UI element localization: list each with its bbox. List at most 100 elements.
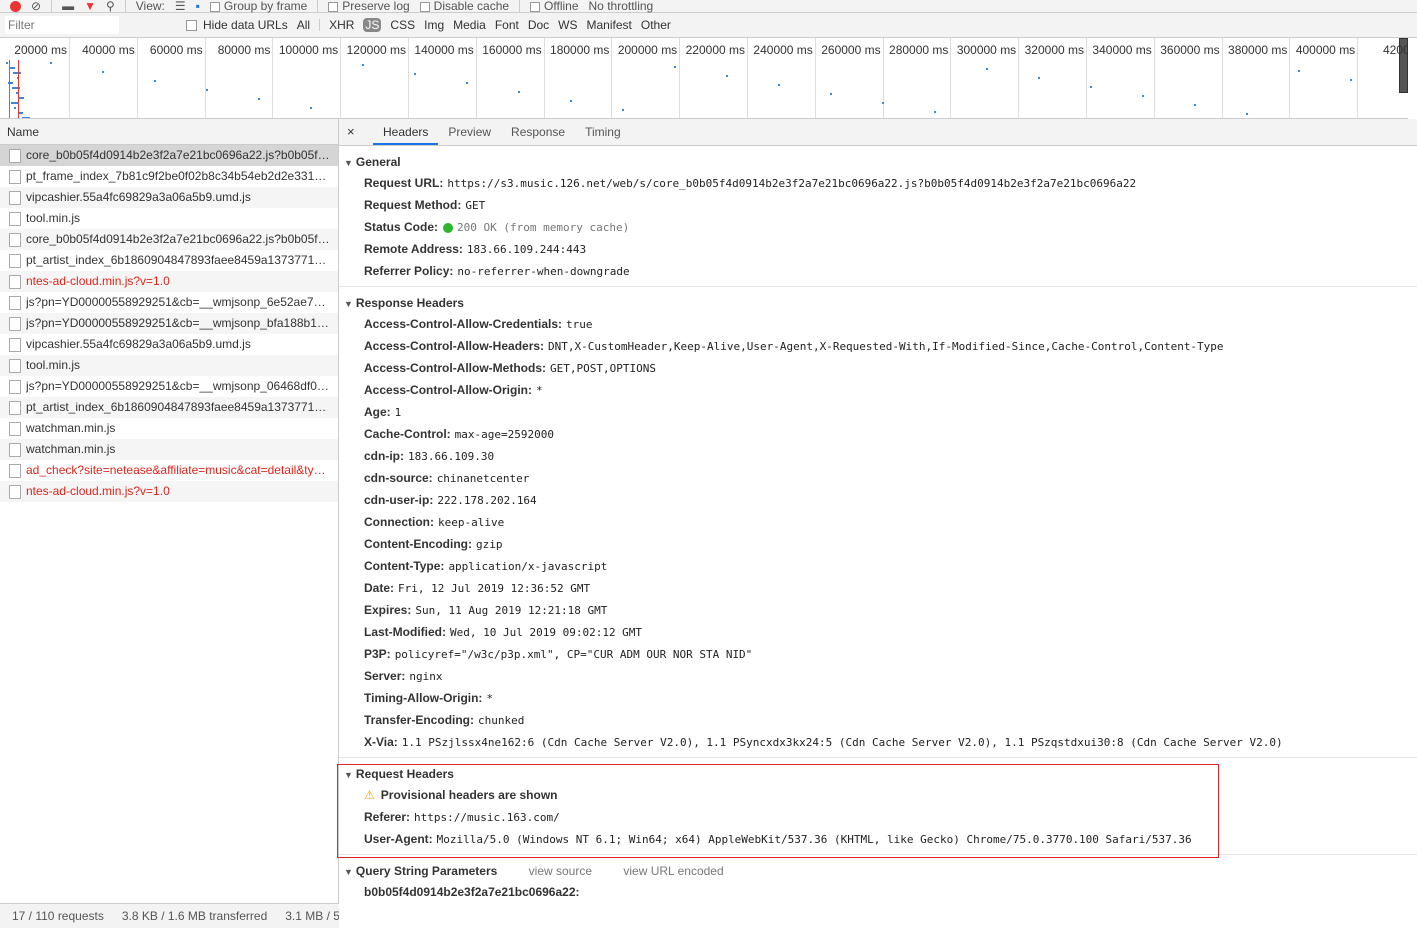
filter-type-other[interactable]: Other (641, 18, 671, 32)
request-name: watchman.min.js (26, 421, 116, 435)
view-url-encoded-link[interactable]: view URL encoded (623, 864, 723, 878)
header-value: policyref="/w3c/p3p.xml", CP="CUR ADM OU… (394, 648, 753, 661)
header-row: Access-Control-Allow-Credentials: true (339, 313, 1417, 335)
header-name: Server: (364, 669, 406, 683)
request-row[interactable]: vipcashier.55a4fc69829a3a06a5b9.umd.js (0, 187, 338, 208)
name-column-header[interactable]: Name (0, 119, 338, 145)
header-value: no-referrer-when-downgrade (457, 265, 630, 278)
request-row[interactable]: watchman.min.js (0, 439, 338, 460)
header-value: 183.66.109.244:443 (466, 243, 587, 256)
disable-cache-checkbox[interactable]: Disable cache (419, 0, 509, 12)
header-value: Sun, 11 Aug 2019 12:21:18 GMT (415, 604, 608, 617)
load-event-line (18, 60, 19, 118)
request-row[interactable]: pt_artist_index_6b1860904847893faee8459a… (0, 250, 338, 271)
header-row: User-Agent: Mozilla/5.0 (Windows NT 6.1; … (339, 828, 1417, 850)
header-value: nginx (409, 670, 443, 683)
tab-response[interactable]: Response (501, 119, 575, 145)
offline-label: Offline (544, 0, 579, 13)
header-value: DNT,X-CustomHeader,Keep-Alive,User-Agent… (548, 340, 1224, 353)
request-row[interactable]: pt_frame_index_7b81c9f2be0f02b8c34b54eb2… (0, 166, 338, 187)
general-section-toggle[interactable]: ▼ General (339, 152, 1417, 172)
filter-type-all[interactable]: All (297, 18, 310, 32)
tab-preview[interactable]: Preview (438, 119, 501, 145)
large-rows-icon[interactable]: ☰ (175, 0, 186, 12)
header-value: max-age=2592000 (454, 428, 555, 441)
clear-icon[interactable]: ⊘ (31, 0, 41, 12)
filter-type-doc[interactable]: Doc (528, 18, 549, 32)
request-row[interactable]: js?pn=YD00000558929251&cb=__wmjsonp_6e52… (0, 292, 338, 313)
request-name: tool.min.js (26, 211, 81, 225)
filter-type-font[interactable]: Font (495, 18, 519, 32)
header-row: X-Via: 1.1 PSzjlssx4ne162:6 (Cdn Cache Se… (339, 731, 1417, 753)
timeline-tick: 240000 ms (748, 38, 816, 118)
header-row: Date: Fri, 12 Jul 2019 12:36:52 GMT (339, 577, 1417, 599)
filter-type-media[interactable]: Media (453, 18, 486, 32)
request-row[interactable]: ntes-ad-cloud.min.js?v=1.0 (0, 271, 338, 292)
view-source-link[interactable]: view source (529, 864, 592, 878)
file-icon (9, 190, 21, 205)
search-icon[interactable]: ⚲ (106, 0, 115, 12)
request-row[interactable]: tool.min.js (0, 208, 338, 229)
tick-label: 280000 ms (889, 43, 949, 57)
tick-label: 380000 ms (1228, 43, 1288, 57)
file-icon (9, 253, 21, 268)
request-row[interactable]: js?pn=YD00000558929251&cb=__wmjsonp_bfa1… (0, 313, 338, 334)
request-row[interactable]: pt_artist_index_6b1860904847893faee8459a… (0, 397, 338, 418)
filter-type-manifest[interactable]: Manifest (587, 18, 632, 32)
header-row: Expires: Sun, 11 Aug 2019 12:21:18 GMT (339, 599, 1417, 621)
request-bar (310, 107, 312, 109)
timeline-tick: 220000 ms (680, 38, 748, 118)
timeline-tick: 40000 ms (70, 38, 138, 118)
request-row[interactable]: ntes-ad-cloud.min.js?v=1.0 (0, 481, 338, 502)
header-value: 222.178.202.164 (437, 494, 537, 507)
request-row[interactable]: vipcashier.55a4fc69829a3a06a5b9.umd.js (0, 334, 338, 355)
request-headers-section: ▼ Request Headers ⚠ Provisional headers ar… (339, 758, 1417, 855)
request-row[interactable]: core_b0b05f4d0914b2e3f2a7e21bc0696a22.js… (0, 229, 338, 250)
header-value: chinanetcenter (436, 472, 530, 485)
overview-icon[interactable]: ▪ (196, 0, 200, 12)
timeline-tick: 20000 ms (2, 38, 70, 118)
offline-checkbox[interactable]: Offline (530, 0, 579, 13)
tick-label: 240000 ms (753, 43, 813, 57)
filter-type-xhr[interactable]: XHR (329, 18, 354, 32)
request-row[interactable]: core_b0b05f4d0914b2e3f2a7e21bc0696a22.js… (0, 145, 338, 166)
request-bar (206, 89, 208, 91)
response-headers-toggle[interactable]: ▼ Response Headers (339, 293, 1417, 313)
header-name: Timing-Allow-Origin: (364, 691, 483, 705)
group-by-frame-checkbox[interactable]: Group by frame (209, 0, 307, 12)
record-icon[interactable] (10, 0, 21, 12)
request-row[interactable]: ad_check?site=netease&affiliate=music&ca… (0, 460, 338, 481)
header-value: keep-alive (438, 516, 505, 529)
request-row[interactable]: js?pn=YD00000558929251&cb=__wmjsonp_0646… (0, 376, 338, 397)
request-headers-toggle[interactable]: ▼ Request Headers (339, 764, 1417, 784)
request-row[interactable]: watchman.min.js (0, 418, 338, 439)
capture-screenshots-icon[interactable]: ▬ (62, 0, 74, 12)
header-value: 1 (394, 406, 402, 419)
file-icon (9, 379, 21, 394)
filter-type-img[interactable]: Img (424, 18, 444, 32)
header-value: chunked (478, 714, 525, 727)
tab-headers[interactable]: Headers (373, 119, 439, 145)
preserve-log-checkbox[interactable]: Preserve log (328, 0, 410, 12)
timeline-overview[interactable]: 20000 ms 40000 ms 60000 ms 80000 ms 100000 m… (0, 38, 1408, 119)
tick-label: 360000 ms (1160, 43, 1220, 57)
query-string-toggle[interactable]: ▼ Query String Parameters view source vie… (339, 861, 1417, 881)
request-row[interactable]: tool.min.js (0, 355, 338, 376)
header-row: cdn-user-ip: 222.178.202.164 (339, 489, 1417, 511)
filter-type-js[interactable]: JS (363, 18, 382, 32)
filter-icon[interactable]: ▼ (84, 0, 96, 12)
tick-label: 400000 ms (1295, 43, 1356, 57)
header-value: https://s3.music.126.net/web/s/core_b0b0… (447, 177, 1137, 190)
header-value: 1.1 PSzjlssx4ne162:6 (Cdn Cache Server V… (401, 736, 1283, 749)
filter-type-css[interactable]: CSS (390, 18, 415, 32)
hide-data-urls-checkbox[interactable]: Hide data URLs (186, 18, 288, 32)
filter-input[interactable] (5, 16, 119, 34)
tab-timing[interactable]: Timing (575, 119, 631, 145)
domcontentloaded-line (9, 60, 10, 118)
request-name: ad_check?site=netease&affiliate=music&ca… (26, 463, 332, 477)
request-details-panel: × Headers Preview Response Timing ▼ General … (339, 119, 1417, 928)
header-name: Access-Control-Allow-Headers: (364, 339, 545, 353)
filter-type-ws[interactable]: WS (558, 18, 577, 32)
close-icon[interactable]: × (347, 119, 373, 145)
throttling-select[interactable]: No throttling (589, 0, 654, 12)
